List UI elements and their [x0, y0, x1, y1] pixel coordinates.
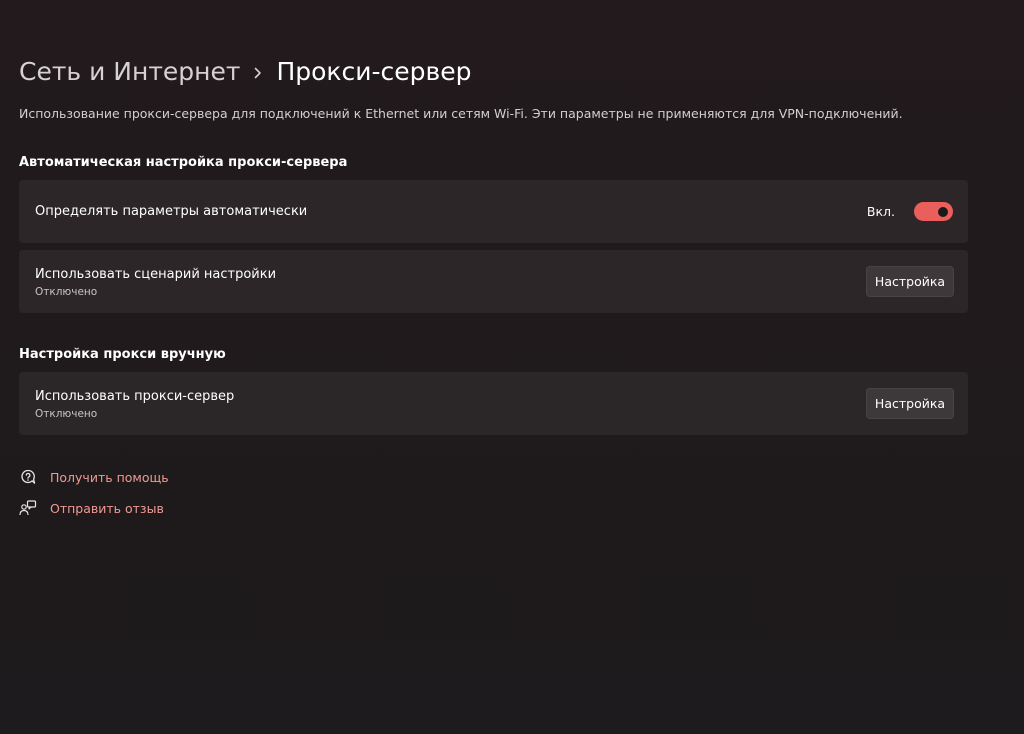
- auto-detect-card: Определять параметры автоматически Вкл.: [19, 180, 968, 243]
- toggle-knob: [938, 206, 948, 217]
- breadcrumb-parent-link[interactable]: Сеть и Интернет: [19, 54, 240, 90]
- setup-script-button[interactable]: Настройка: [866, 266, 954, 297]
- toggle-state-label: Вкл.: [866, 204, 895, 219]
- send-feedback-label: Отправить отзыв: [50, 500, 164, 516]
- get-help-link[interactable]: Получить помощь: [19, 467, 169, 487]
- page-description: Использование прокси-сервера для подключ…: [19, 106, 903, 121]
- feedback-person-icon: [19, 499, 37, 517]
- setup-script-title: Использовать сценарий настройки: [35, 267, 277, 282]
- chevron-right-icon: [240, 54, 276, 90]
- auto-detect-title: Определять параметры автоматически: [35, 204, 308, 219]
- auto-section-title: Автоматическая настройка прокси-сервера: [19, 155, 348, 170]
- manual-proxy-card: Использовать прокси-сервер Отключено Нас…: [19, 372, 968, 435]
- proxy-settings-page: Сеть и Интернет Прокси-сервер Использова…: [0, 0, 1024, 734]
- manual-section-title: Настройка прокси вручную: [19, 347, 226, 362]
- setup-script-status: Отключено: [35, 286, 98, 298]
- setup-script-card: Использовать сценарий настройки Отключен…: [19, 250, 968, 313]
- page-title: Прокси-сервер: [276, 57, 472, 86]
- manual-proxy-title: Использовать прокси-сервер: [35, 389, 235, 404]
- help-chat-icon: [19, 468, 37, 486]
- breadcrumb: Сеть и Интернет Прокси-сервер: [19, 54, 472, 90]
- send-feedback-link[interactable]: Отправить отзыв: [19, 498, 164, 518]
- auto-detect-toggle[interactable]: [914, 202, 953, 221]
- get-help-label: Получить помощь: [50, 469, 169, 485]
- manual-proxy-button[interactable]: Настройка: [866, 388, 954, 419]
- manual-proxy-status: Отключено: [35, 408, 98, 420]
